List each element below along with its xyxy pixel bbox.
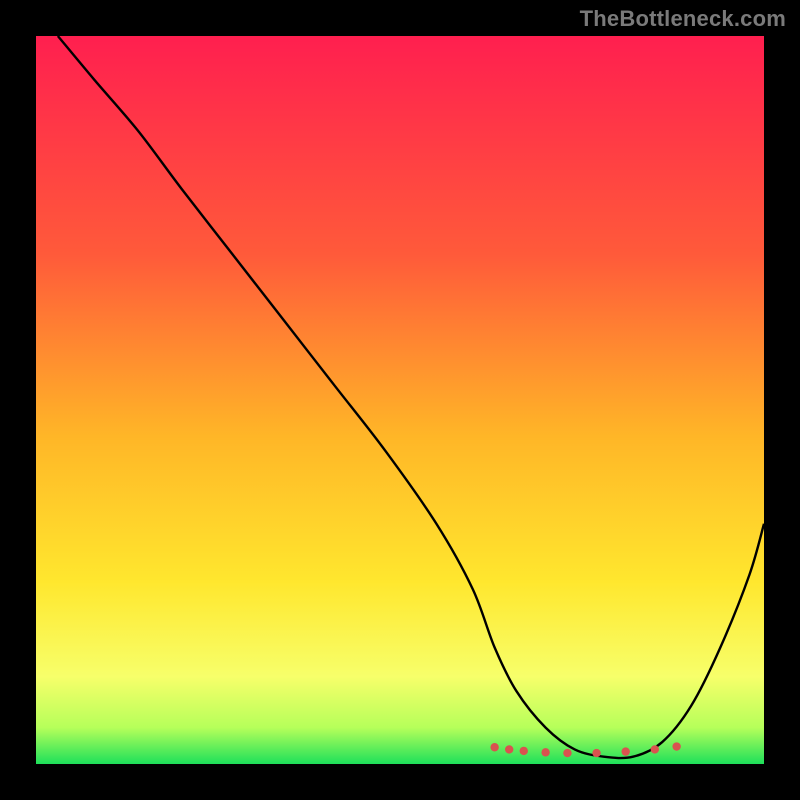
marker-point (520, 747, 528, 755)
marker-point (541, 748, 549, 756)
marker-point (621, 747, 629, 755)
marker-point (505, 745, 513, 753)
attribution-text: TheBottleneck.com (580, 6, 786, 32)
marker-point (651, 745, 659, 753)
marker-point (592, 749, 600, 757)
marker-point (672, 742, 680, 750)
plot-area (36, 36, 764, 764)
chart-canvas (36, 36, 764, 764)
gradient-background (36, 36, 764, 764)
marker-point (490, 743, 498, 751)
chart-frame: TheBottleneck.com (0, 0, 800, 800)
marker-point (563, 749, 571, 757)
